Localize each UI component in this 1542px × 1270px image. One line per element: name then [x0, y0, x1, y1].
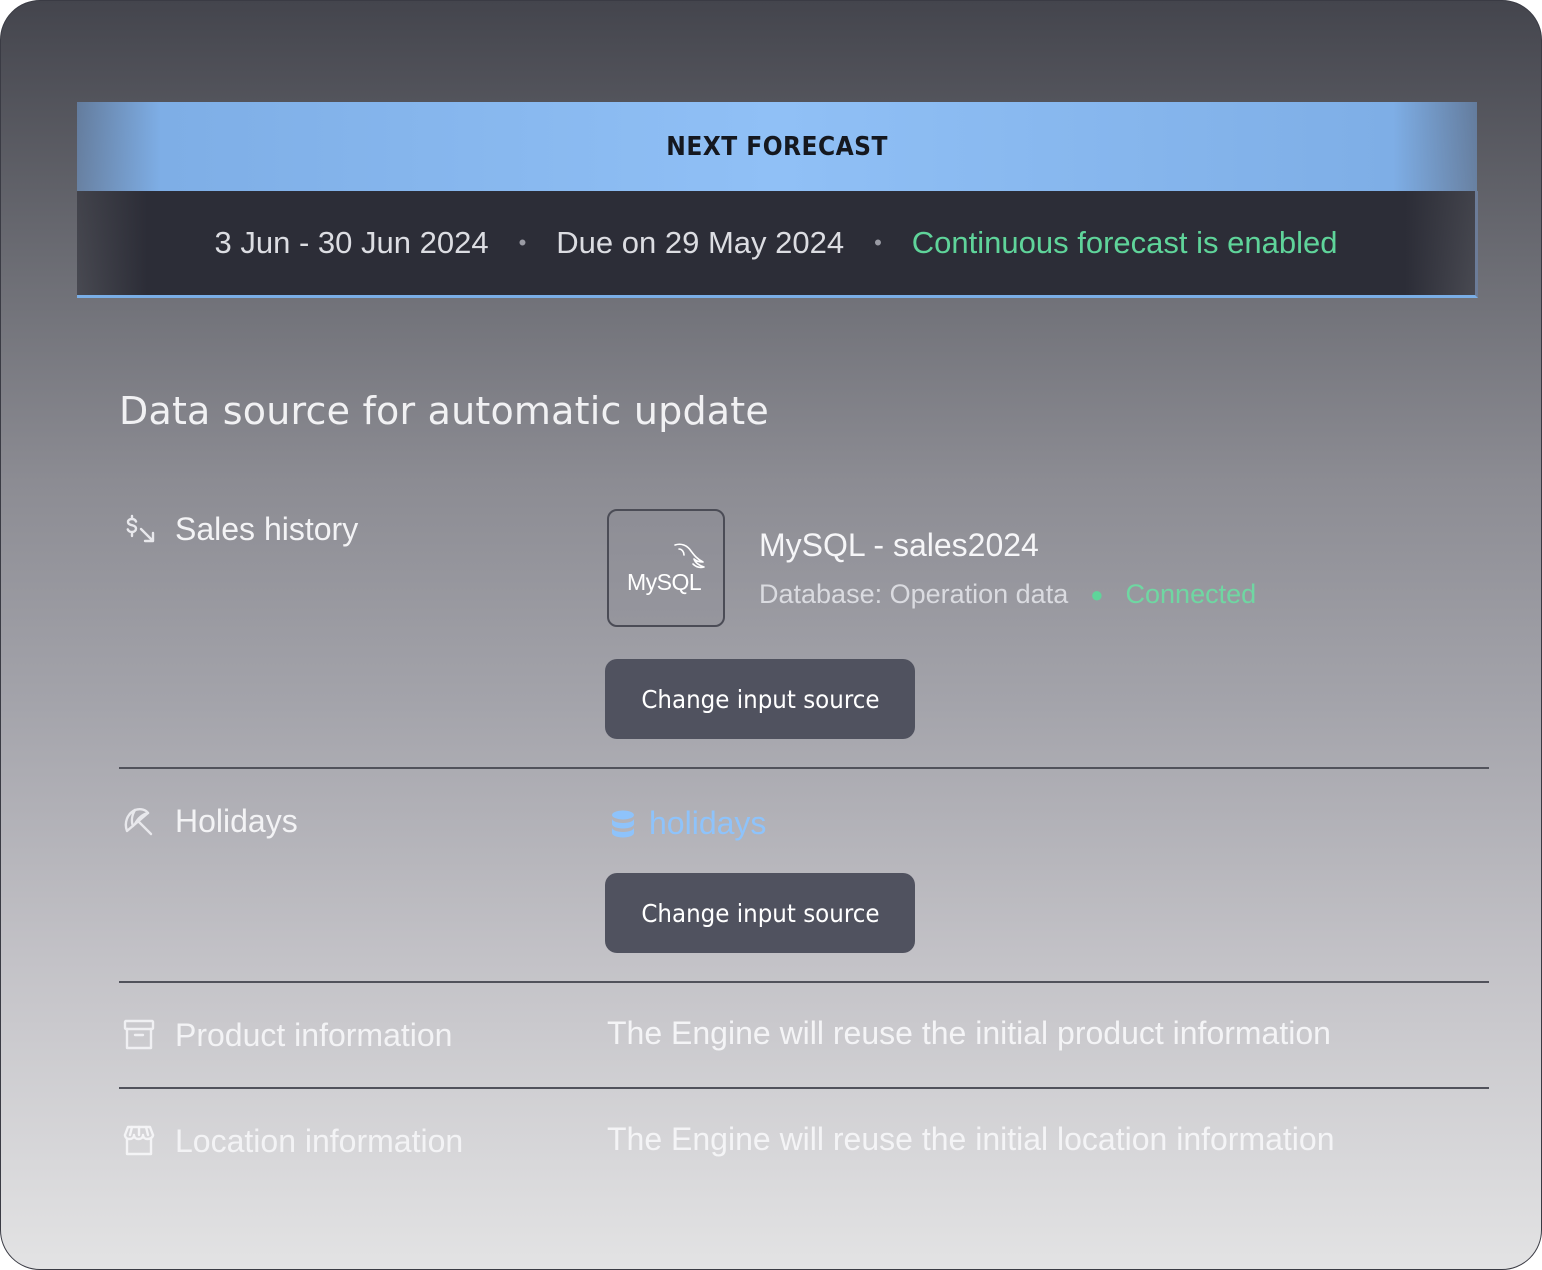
change-holidays-source-label: Change input source: [640, 898, 880, 928]
holidays-source-name: holidays: [649, 805, 767, 841]
section-title: Data source for automatic update: [119, 389, 769, 433]
change-holidays-source-button[interactable]: Change input source: [605, 873, 915, 953]
sales-source-database: Database: Operation data: [759, 579, 1069, 609]
location-information-text: The Engine will reuse the initial locati…: [607, 1121, 1335, 1157]
sales-source-name: MySQL - sales2024: [759, 527, 1039, 563]
banner-header: NEXT FORECAST: [77, 102, 1477, 191]
location-information-label: Location information: [175, 1122, 464, 1159]
row-divider: [119, 1087, 1489, 1089]
separator-dot: •: [518, 230, 527, 255]
holidays-source-link[interactable]: holidays: [609, 805, 766, 842]
sales-history-label: Sales history: [175, 510, 359, 547]
banner-details: 3 Jun - 30 Jun 2024 • Due on 29 May 2024…: [77, 191, 1478, 298]
forecast-date-range: 3 Jun - 30 Jun 2024: [214, 225, 489, 260]
archive-box-icon: [119, 1015, 159, 1055]
currency-exchange-icon: [119, 509, 159, 549]
status-dot: ●: [1090, 581, 1104, 607]
connection-status: Connected: [1125, 579, 1257, 609]
continuous-forecast-status: Continuous forecast is enabled: [911, 225, 1338, 260]
change-sales-source-button[interactable]: Change input source: [605, 659, 915, 739]
separator-dot: •: [874, 230, 882, 255]
banner-title: NEXT FORECAST: [666, 131, 888, 162]
mysql-logo: MySQL: [607, 509, 725, 627]
holidays-label: Holidays: [175, 802, 298, 839]
holidays-label-group: Holidays: [119, 801, 298, 841]
mysql-logo-text: MySQL: [627, 569, 702, 595]
data-source-card: NEXT FORECAST 3 Jun - 30 Jun 2024 • Due …: [0, 0, 1542, 1270]
beach-umbrella-icon: [119, 801, 159, 841]
next-forecast-banner: NEXT FORECAST 3 Jun - 30 Jun 2024 • Due …: [77, 102, 1478, 298]
forecast-due-date: Due on 29 May 2024: [556, 225, 845, 260]
change-sales-source-label: Change input source: [640, 684, 880, 714]
product-information-label-group: Product information: [119, 1015, 452, 1055]
row-divider: [119, 981, 1489, 983]
sales-source-meta: Database: Operation data ● Connected: [759, 579, 1256, 610]
database-icon: [612, 810, 634, 837]
product-information-label: Product information: [175, 1016, 453, 1053]
sales-history-label-group: Sales history: [119, 509, 358, 549]
row-divider: [119, 767, 1489, 769]
location-information-label-group: Location information: [119, 1121, 463, 1161]
storefront-icon: [119, 1121, 159, 1161]
product-information-text: The Engine will reuse the initial produc…: [607, 1015, 1331, 1051]
